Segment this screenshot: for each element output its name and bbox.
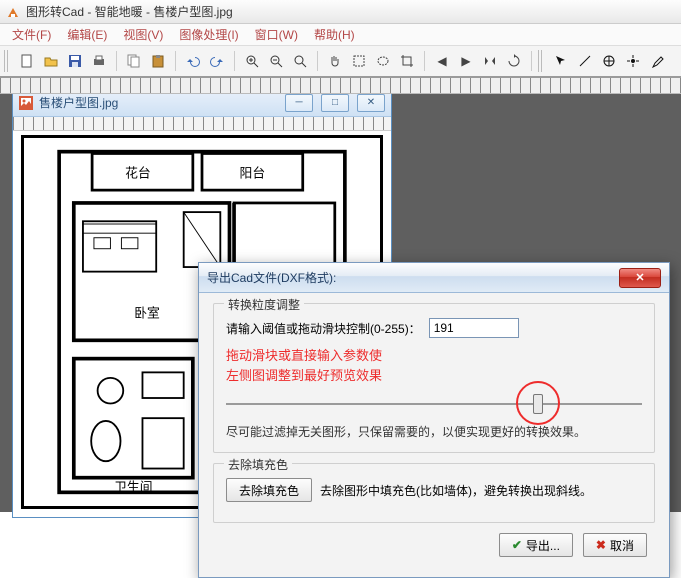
dialog-body: 转换粒度调整 请输入阈值或拖动滑块控制(0-255)： 拖动滑块或直接输入参数使… <box>199 293 669 565</box>
threshold-slider[interactable] <box>226 391 642 417</box>
rotate-icon[interactable] <box>503 50 525 72</box>
flip-h-icon[interactable] <box>479 50 501 72</box>
menu-image[interactable]: 图像处理(I) <box>171 24 246 45</box>
workspace: 售楼户型图.jpg ─ □ ✕ 花台 阳台 <box>0 82 681 512</box>
group-remove-fill: 去除填充色 去除填充色 去除图形中填充色(比如墙体)，避免转换出现斜线。 <box>213 463 655 523</box>
app-titlebar: 图形转Cad - 智能地暖 - 售楼户型图.jpg <box>0 0 681 24</box>
label-huatai: 花台 <box>125 165 151 180</box>
remove-fill-button[interactable]: 去除填充色 <box>226 478 312 502</box>
arrow-right-icon[interactable]: ▶ <box>455 50 477 72</box>
app-icon <box>6 5 20 19</box>
target-icon[interactable] <box>622 50 644 72</box>
separator <box>424 51 425 71</box>
label-woshi: 卧室 <box>134 305 160 320</box>
app-title: 图形转Cad - 智能地暖 - 售楼户型图.jpg <box>26 3 233 20</box>
dialog-close-button[interactable]: ✕ <box>619 268 661 288</box>
toolbar-grip <box>4 50 10 72</box>
zoom-in-icon[interactable] <box>241 50 263 72</box>
group-granularity-legend: 转换粒度调整 <box>224 296 304 313</box>
close-button[interactable]: ✕ <box>357 94 385 112</box>
select-rect-icon[interactable] <box>348 50 370 72</box>
threshold-label: 请输入阈值或拖动滑块控制(0-255)： <box>226 320 421 337</box>
child-window-title: 售楼户型图.jpg <box>39 94 277 111</box>
toolbar: ◀ ▶ <box>0 46 681 78</box>
export-button[interactable]: ✔ 导出... <box>499 533 573 557</box>
new-icon[interactable] <box>16 50 38 72</box>
separator <box>116 51 117 71</box>
arrow-left-icon[interactable]: ◀ <box>431 50 453 72</box>
crop-icon[interactable] <box>396 50 418 72</box>
cancel-icon: ✖ <box>596 538 606 552</box>
open-icon[interactable] <box>40 50 62 72</box>
export-dialog: 导出Cad文件(DXF格式): ✕ 转换粒度调整 请输入阈值或拖动滑块控制(0-… <box>198 262 670 578</box>
cancel-button[interactable]: ✖ 取消 <box>583 533 647 557</box>
group-remove-fill-legend: 去除填充色 <box>224 456 292 473</box>
dialog-title: 导出Cad文件(DXF格式): <box>207 269 619 286</box>
image-icon <box>19 96 33 110</box>
dialog-footer: ✔ 导出... ✖ 取消 <box>213 533 655 557</box>
separator <box>317 51 318 71</box>
line-tool-icon[interactable] <box>574 50 596 72</box>
menu-edit[interactable]: 编辑(E) <box>59 24 115 45</box>
slider-track <box>226 403 642 405</box>
group-granularity: 转换粒度调整 请输入阈值或拖动滑块控制(0-255)： 拖动滑块或直接输入参数使… <box>213 303 655 453</box>
ruler-horizontal <box>0 78 681 94</box>
menu-file[interactable]: 文件(F) <box>4 24 59 45</box>
paste-icon[interactable] <box>147 50 169 72</box>
select-ellipse-icon[interactable] <box>372 50 394 72</box>
print-icon[interactable] <box>88 50 110 72</box>
menu-help[interactable]: 帮助(H) <box>306 24 363 45</box>
granularity-hint: 尽可能过滤掉无关图形，只保留需要的，以便实现更好的转换效果。 <box>226 423 642 440</box>
remove-fill-desc: 去除图形中填充色(比如墙体)，避免转换出现斜线。 <box>320 482 592 499</box>
adjust-icon[interactable] <box>598 50 620 72</box>
label-yangtai: 阳台 <box>240 165 266 180</box>
copy-icon[interactable] <box>123 50 145 72</box>
save-icon[interactable] <box>64 50 86 72</box>
menubar: 文件(F) 编辑(E) 视图(V) 图像处理(I) 窗口(W) 帮助(H) <box>0 24 681 46</box>
hand-icon[interactable] <box>324 50 346 72</box>
arrow-tool-icon[interactable] <box>550 50 572 72</box>
label-wsj: 卫生间 <box>114 479 152 494</box>
zoom-fit-icon[interactable] <box>289 50 311 72</box>
slider-thumb[interactable] <box>533 394 543 414</box>
annotation-text: 拖动滑块或直接输入参数使 左侧图调整到最好预览效果 <box>226 346 642 385</box>
maximize-button[interactable]: □ <box>321 94 349 112</box>
separator <box>175 51 176 71</box>
threshold-input[interactable] <box>429 318 519 338</box>
toolbar-grip <box>538 50 544 72</box>
separator <box>234 51 235 71</box>
eyedropper-icon[interactable] <box>646 50 668 72</box>
dialog-titlebar[interactable]: 导出Cad文件(DXF格式): ✕ <box>199 263 669 293</box>
menu-window[interactable]: 窗口(W) <box>247 24 306 45</box>
redo-icon[interactable] <box>206 50 228 72</box>
menu-view[interactable]: 视图(V) <box>115 24 171 45</box>
zoom-out-icon[interactable] <box>265 50 287 72</box>
check-icon: ✔ <box>512 538 522 552</box>
child-ruler <box>13 117 391 131</box>
minimize-button[interactable]: ─ <box>285 94 313 112</box>
undo-icon[interactable] <box>182 50 204 72</box>
separator <box>531 51 532 71</box>
